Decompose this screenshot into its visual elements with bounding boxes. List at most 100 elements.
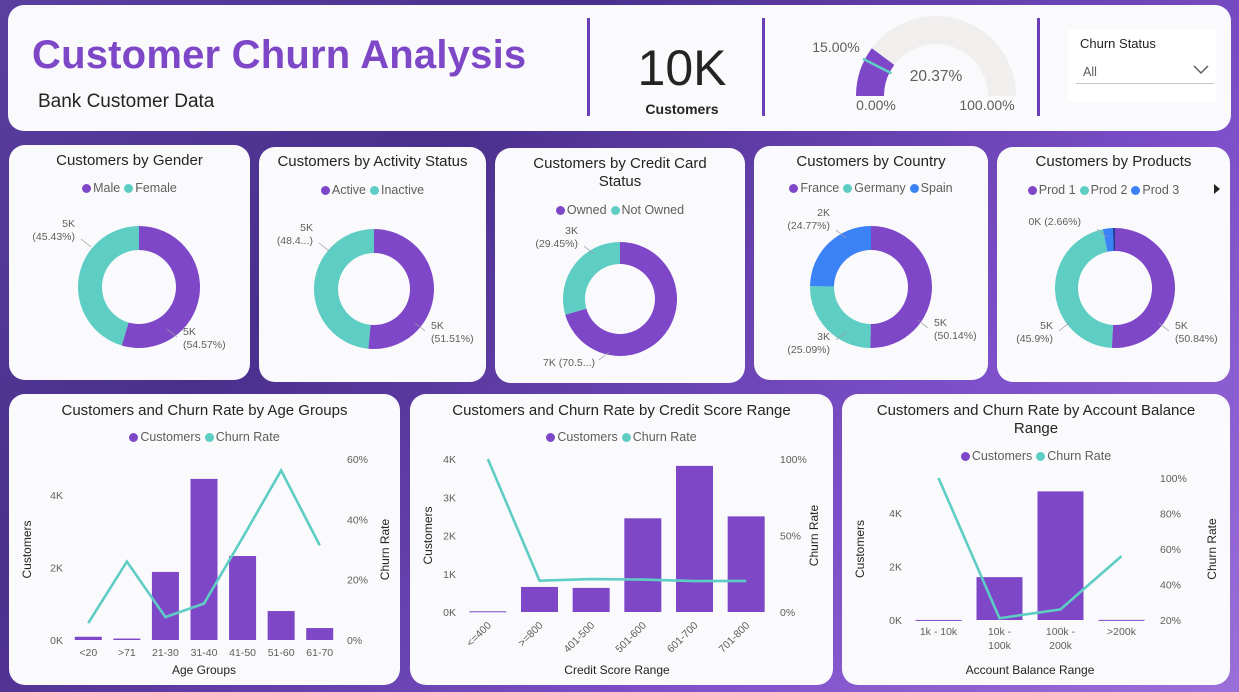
bar[interactable] xyxy=(151,571,179,640)
data-label: 5K xyxy=(62,218,75,230)
donut-slice[interactable] xyxy=(1055,229,1114,348)
donut-slice[interactable] xyxy=(563,242,620,315)
leader-line xyxy=(80,238,92,248)
products-card: Customers by Products Prod 1 Prod 2 Prod 3… xyxy=(997,147,1230,382)
data-label: (50.84%) xyxy=(1175,333,1218,345)
churn-status-dropdown[interactable]: All xyxy=(1076,58,1214,84)
bar[interactable] xyxy=(915,619,962,621)
y2-tick-label: 40% xyxy=(1160,580,1181,592)
data-label: (25.09%) xyxy=(787,344,830,356)
y2-tick-label: 60% xyxy=(347,454,368,466)
divider xyxy=(587,18,590,116)
gauge-max-label: 100.00% xyxy=(959,97,1014,113)
data-label: (29.45%) xyxy=(535,238,578,250)
x-tick-label: >71 xyxy=(118,647,136,659)
y2-tick-label: 40% xyxy=(347,514,368,526)
data-label: 5K xyxy=(934,317,947,329)
data-label: 5K xyxy=(183,326,196,338)
x-axis-title: Age Groups xyxy=(172,663,236,677)
bar[interactable] xyxy=(229,556,257,640)
activity-donut-chart: 5K(51.51%)5K(48.4...) xyxy=(277,222,474,349)
x-tick-label: 1k - 10k xyxy=(920,626,958,638)
x-tick-label: <=400 xyxy=(464,620,494,650)
bar[interactable] xyxy=(676,465,713,612)
x-tick-label: 31-40 xyxy=(191,647,218,659)
y-tick-label: 4K xyxy=(889,508,902,520)
donut-slice[interactable] xyxy=(368,229,434,349)
data-label: (45.43%) xyxy=(32,231,75,243)
bar[interactable] xyxy=(624,518,662,612)
bar[interactable] xyxy=(469,611,507,613)
y2-tick-label: 80% xyxy=(1160,509,1181,521)
x-tick-label: 10k - xyxy=(988,626,1012,638)
age-groups-card: Customers and Churn Rate by Age Groups C… xyxy=(9,394,400,685)
x-tick-label: >=800 xyxy=(516,620,546,650)
x-axis-title: Credit Score Range xyxy=(564,663,670,677)
data-label: (54.57%) xyxy=(183,339,226,351)
y2-tick-label: 20% xyxy=(1160,615,1181,627)
bar[interactable] xyxy=(267,611,295,640)
y2-tick-label: 0% xyxy=(780,607,795,619)
data-label: 5K xyxy=(1175,320,1188,332)
gauge-value-label: 20.37% xyxy=(910,68,963,85)
account-balance-card: Customers and Churn Rate by Account Bala… xyxy=(842,394,1230,685)
donut-slice[interactable] xyxy=(870,226,933,348)
y2-tick-label: 20% xyxy=(347,575,368,587)
y-tick-label: 4K xyxy=(50,490,63,502)
y-tick-label: 4K xyxy=(443,454,456,466)
gender-donut-chart: 5K(54.57%)5K(45.43%) xyxy=(32,218,226,351)
header-card: Customer Churn Analysis Bank Customer Da… xyxy=(8,5,1231,131)
page-title: Customer Churn Analysis xyxy=(32,33,527,77)
data-label: 0K (2.66%) xyxy=(1028,216,1081,228)
data-label: (51.51%) xyxy=(431,333,474,345)
x-axis-title: Account Balance Range xyxy=(966,663,1095,677)
slicer-selected-value: All xyxy=(1083,65,1097,79)
divider xyxy=(1037,18,1040,116)
x-tick-label: 601-700 xyxy=(665,620,701,656)
x-tick-label: 501-600 xyxy=(613,620,649,656)
bar[interactable] xyxy=(190,478,218,640)
y-tick-label: 2K xyxy=(889,561,902,573)
churn-rate-line[interactable] xyxy=(937,477,1123,620)
x-tick-label: 51-60 xyxy=(268,647,295,659)
churn-gauge: 20.37% 15.00% 0.00% 100.00% xyxy=(812,16,1016,113)
donut-slice[interactable] xyxy=(1111,228,1175,348)
credit-card-donut-chart: 7K (70.5...) 3K(29.45%) xyxy=(535,225,677,369)
divider xyxy=(762,18,765,116)
y2-axis-title: Churn Rate xyxy=(807,504,821,566)
account-balance-combo-chart: 0K 2K 4K 20% 40% 60% 80% 100% 1k - 10k 10k - 100k 1… xyxy=(853,473,1219,677)
x-tick-label: 100k - xyxy=(1046,626,1076,638)
activity-card: Customers by Activity Status Active Inact… xyxy=(259,147,486,382)
data-label: 2K xyxy=(817,207,830,219)
bar[interactable] xyxy=(521,586,558,612)
data-label: 5K xyxy=(300,222,313,234)
data-label: (50.14%) xyxy=(934,330,977,342)
age-groups-combo-chart: 0K 2K 4K 0% 20% 40% 60% <20 >71 21-30 31-40 41-50 51… xyxy=(20,454,392,677)
kpi-customers-value: 10K xyxy=(637,40,727,96)
donut-slice[interactable] xyxy=(810,226,871,287)
bar[interactable] xyxy=(306,628,334,640)
y2-tick-label: 60% xyxy=(1160,544,1181,556)
leader-line xyxy=(1058,322,1070,332)
y2-tick-label: 100% xyxy=(780,454,807,466)
products-donut-chart: 5K(50.84%)5K(45.9%)0K (2.66%) xyxy=(1016,216,1218,348)
slicer-label: Churn Status xyxy=(1080,36,1156,51)
bar[interactable] xyxy=(74,636,102,640)
credit-score-combo-chart: 0K 1K 2K 3K 4K 0% 50% 100% <=400 >=800 401-500 501-… xyxy=(421,454,821,677)
bar[interactable] xyxy=(1098,619,1145,621)
data-label: 5K xyxy=(431,320,444,332)
y-tick-label: 0K xyxy=(889,615,902,627)
data-label: 5K xyxy=(1040,320,1053,332)
bar[interactable] xyxy=(113,638,141,640)
y-tick-label: 2K xyxy=(50,563,63,575)
donut-slice[interactable] xyxy=(313,229,374,349)
bar[interactable] xyxy=(1037,491,1084,620)
data-label: (45.9%) xyxy=(1016,333,1053,345)
y-tick-label: 2K xyxy=(443,531,456,543)
page-subtitle: Bank Customer Data xyxy=(38,91,215,112)
bar[interactable] xyxy=(727,516,765,612)
bar[interactable] xyxy=(572,587,610,612)
y2-tick-label: 0% xyxy=(347,635,362,647)
gauge-min-label: 0.00% xyxy=(856,97,896,113)
y-axis-title: Customers xyxy=(853,520,867,578)
